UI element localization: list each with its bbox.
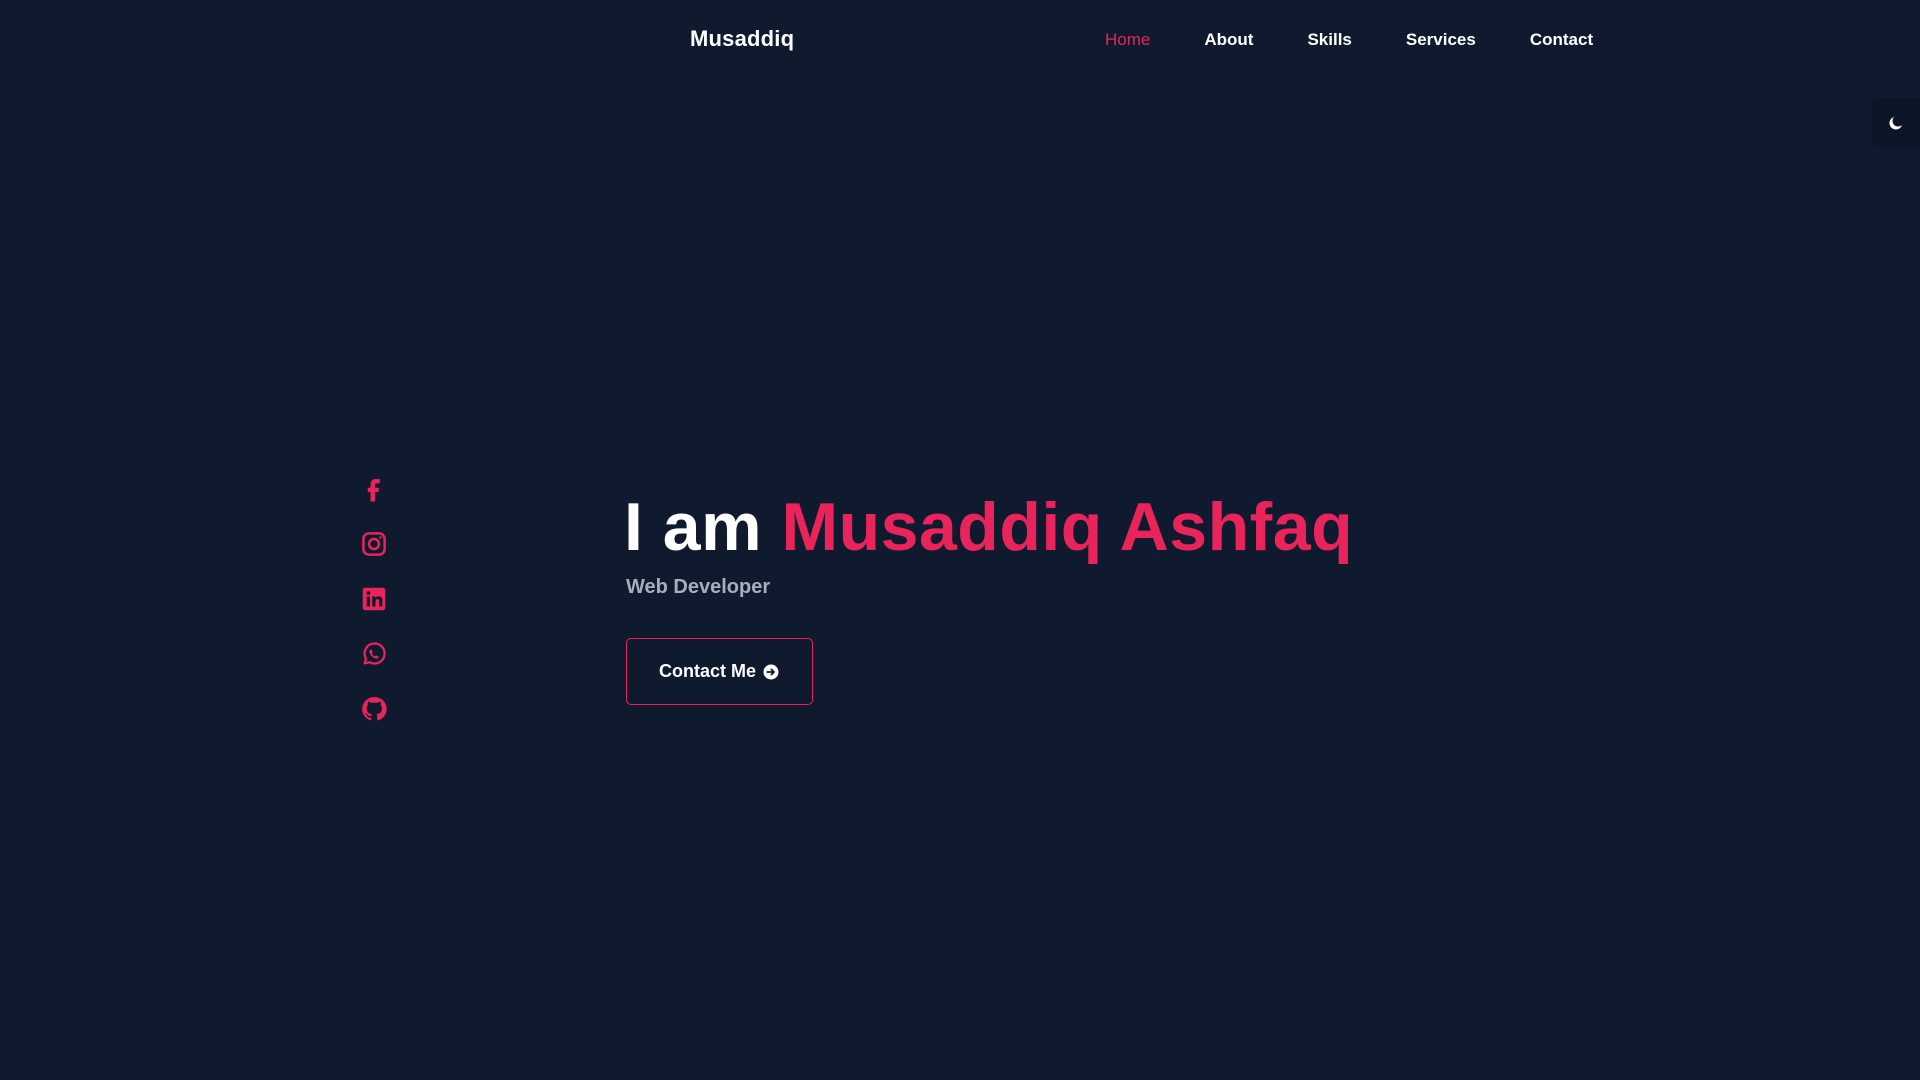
nav-contact[interactable]: Contact [1530,30,1593,50]
linkedin-link[interactable] [359,584,389,614]
hero-title-prefix: I am [624,489,763,565]
nav-services[interactable]: Services [1406,30,1476,50]
nav-about[interactable]: About [1204,30,1253,50]
social-links [359,474,389,749]
contact-me-button[interactable]: Contact Me [626,638,813,705]
contact-me-label: Contact Me [658,661,756,681]
hero-subtitle: Web Developer [626,576,771,598]
moon-icon [1889,117,1902,130]
logo[interactable]: Musaddiq [690,26,794,52]
theme-toggle-button[interactable] [1872,98,1920,148]
hero-title: I am Musaddiq Ashfaq [624,488,1353,566]
facebook-icon [367,479,380,502]
page: Musaddiq Home About Skills Services Cont… [0,0,1920,1080]
whatsapp-icon [363,642,386,665]
nav-skills[interactable]: Skills [1307,30,1351,50]
github-link[interactable] [359,694,389,724]
instagram-icon [362,532,386,556]
arrow-circle-right-icon [763,664,779,679]
site-header: Musaddiq Home About Skills Services Cont… [0,0,1920,82]
hero-name: Musaddiq Ashfaq [781,489,1354,565]
main-nav: Home About Skills Services Contact [1105,30,1593,50]
linkedin-icon [362,587,386,611]
whatsapp-link[interactable] [359,639,389,669]
instagram-link[interactable] [359,529,389,559]
facebook-link[interactable] [359,474,389,504]
github-icon [362,697,387,721]
nav-home[interactable]: Home [1105,30,1150,50]
